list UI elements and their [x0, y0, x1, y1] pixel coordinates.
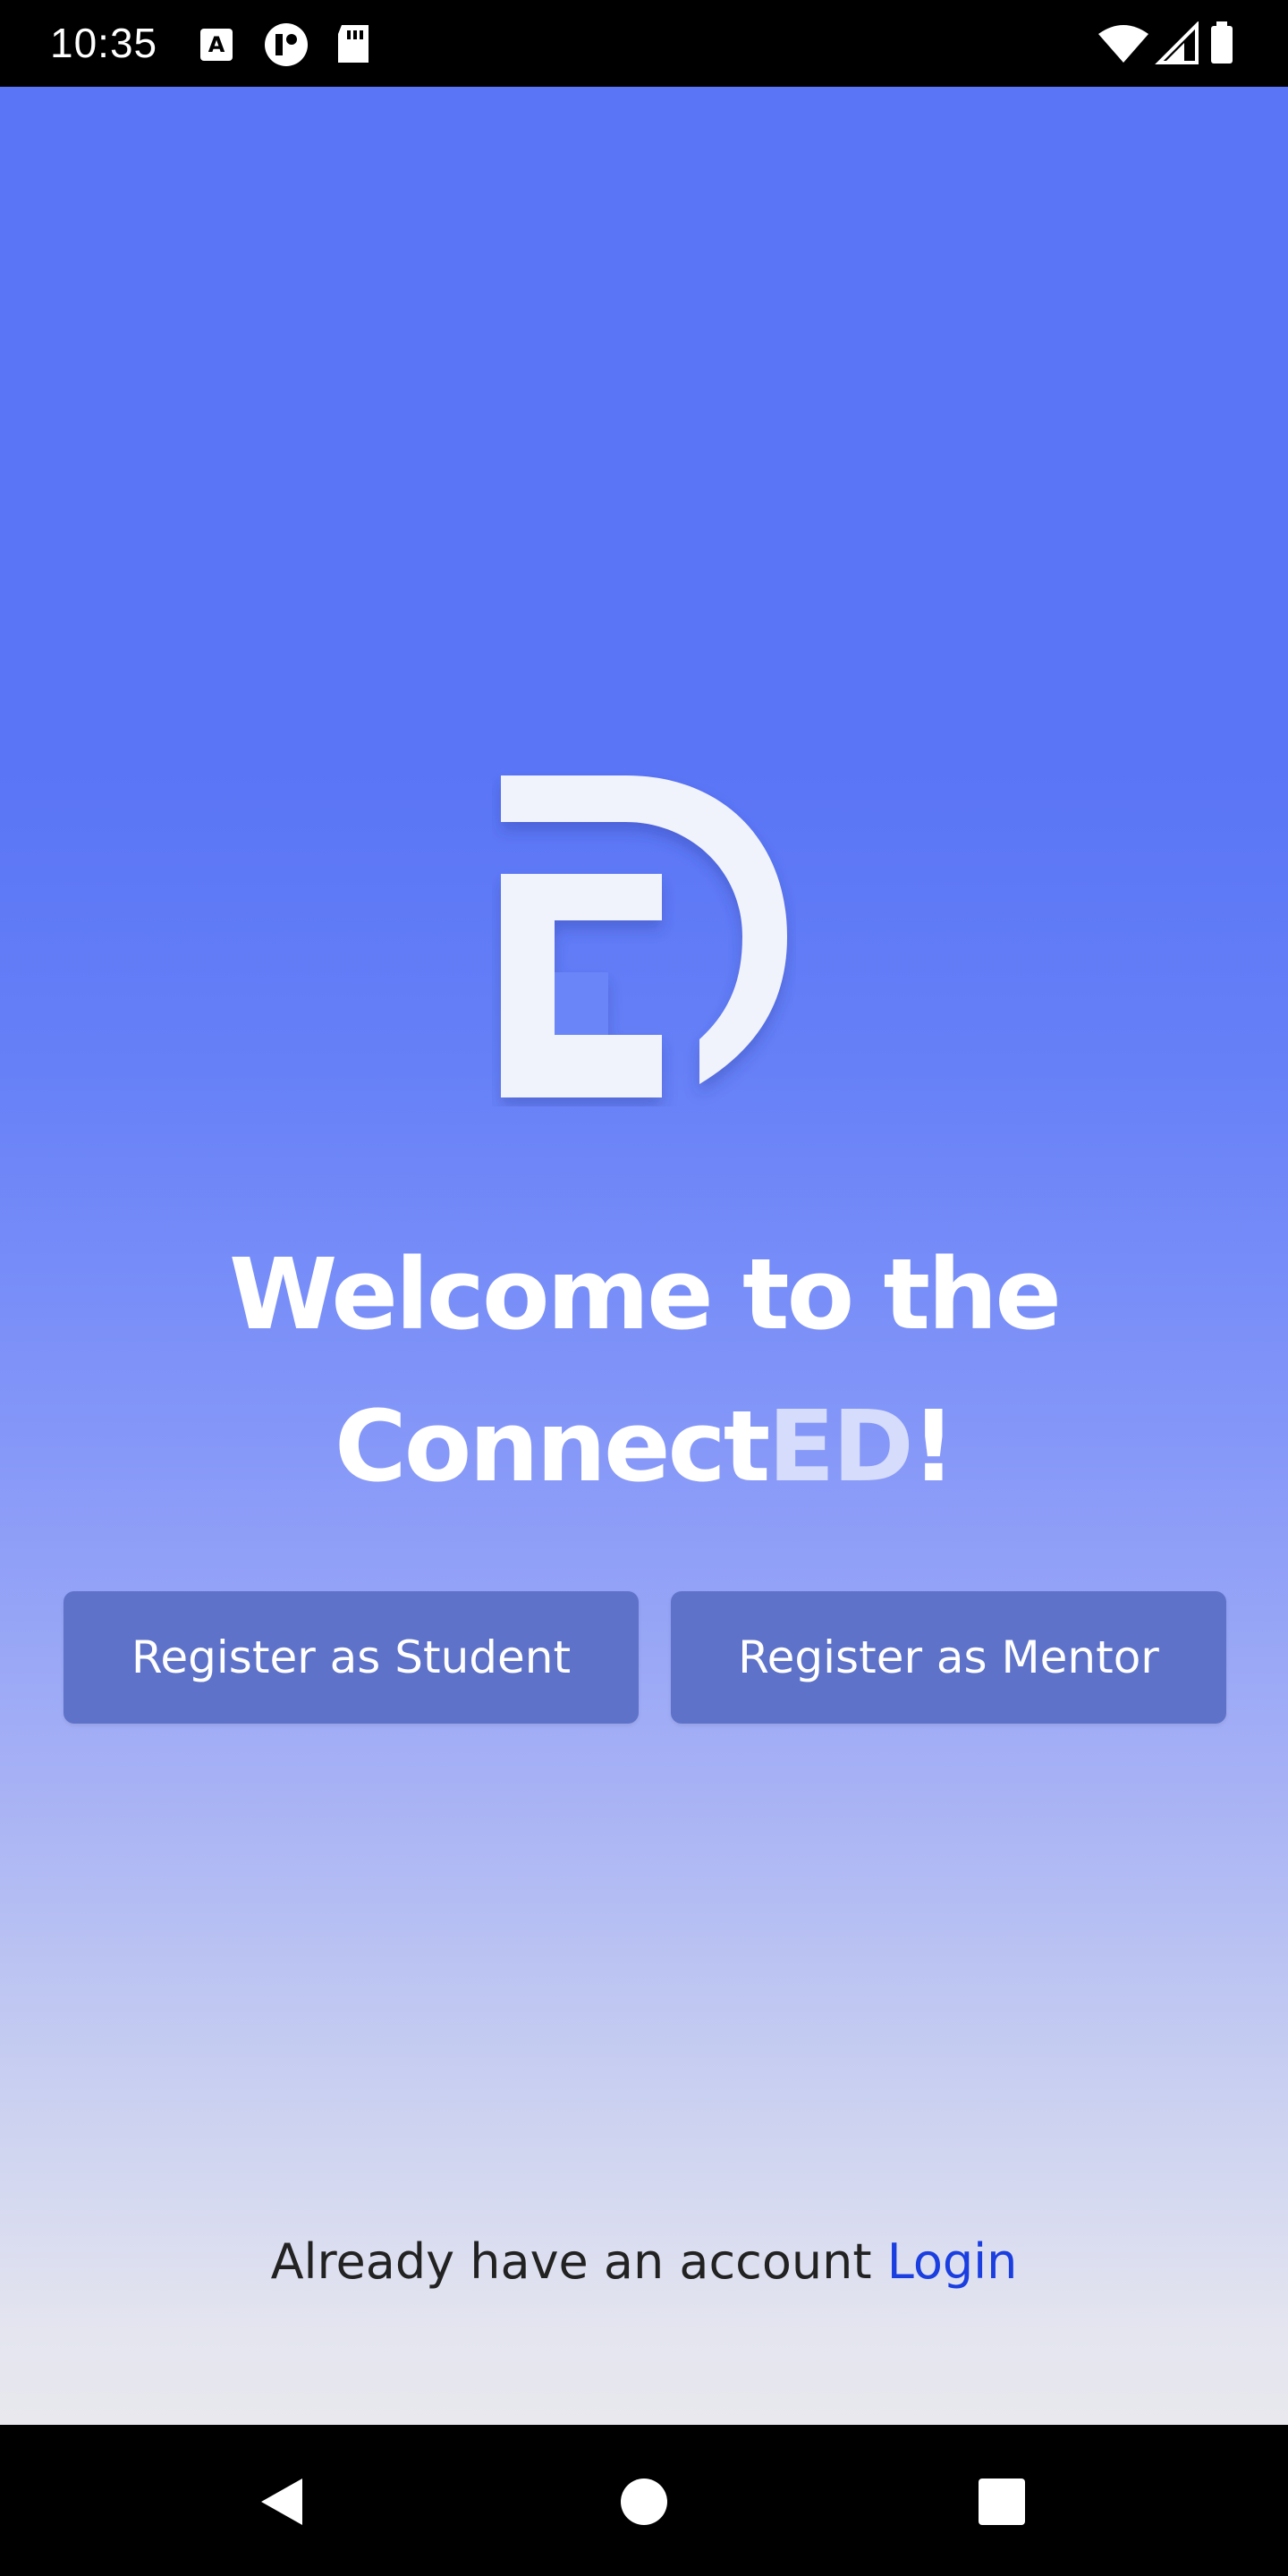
- register-student-button[interactable]: Register as Student: [64, 1591, 639, 1724]
- welcome-line-1: Welcome to the: [229, 1237, 1062, 1352]
- status-bar: 10:35 A: [0, 0, 1288, 87]
- status-icons-left: A: [200, 23, 369, 66]
- sd-card-icon: [338, 25, 369, 63]
- back-icon[interactable]: [258, 2475, 311, 2529]
- login-prompt-line: Already have an account Login: [0, 2233, 1288, 2290]
- wifi-icon: [1098, 25, 1148, 63]
- welcome-heading: Welcome to the ConnectED!: [0, 1218, 1288, 1522]
- login-link[interactable]: Login: [887, 2233, 1018, 2290]
- a-keyboard-icon: A: [200, 29, 233, 61]
- login-prompt-text: Already have an account: [270, 2233, 872, 2290]
- recents-icon[interactable]: [975, 2475, 1029, 2529]
- home-icon[interactable]: [617, 2475, 671, 2529]
- welcome-screen: Welcome to the ConnectED! Register as St…: [0, 87, 1288, 2425]
- status-time: 10:35: [50, 20, 158, 66]
- svg-text:A: A: [208, 32, 225, 57]
- connected-logo: [501, 775, 787, 1097]
- battery-icon: [1211, 21, 1233, 64]
- welcome-brand-ed: ED: [767, 1389, 913, 1504]
- at-icon: [265, 23, 308, 66]
- navigation-bar: [0, 2425, 1288, 2576]
- welcome-line-2: ConnectED!: [0, 1370, 1288, 1522]
- welcome-brand-suffix: !: [911, 1389, 956, 1504]
- status-icons-right: [1098, 21, 1233, 64]
- welcome-brand-prefix: Connect: [335, 1389, 770, 1504]
- register-mentor-button[interactable]: Register as Mentor: [671, 1591, 1226, 1724]
